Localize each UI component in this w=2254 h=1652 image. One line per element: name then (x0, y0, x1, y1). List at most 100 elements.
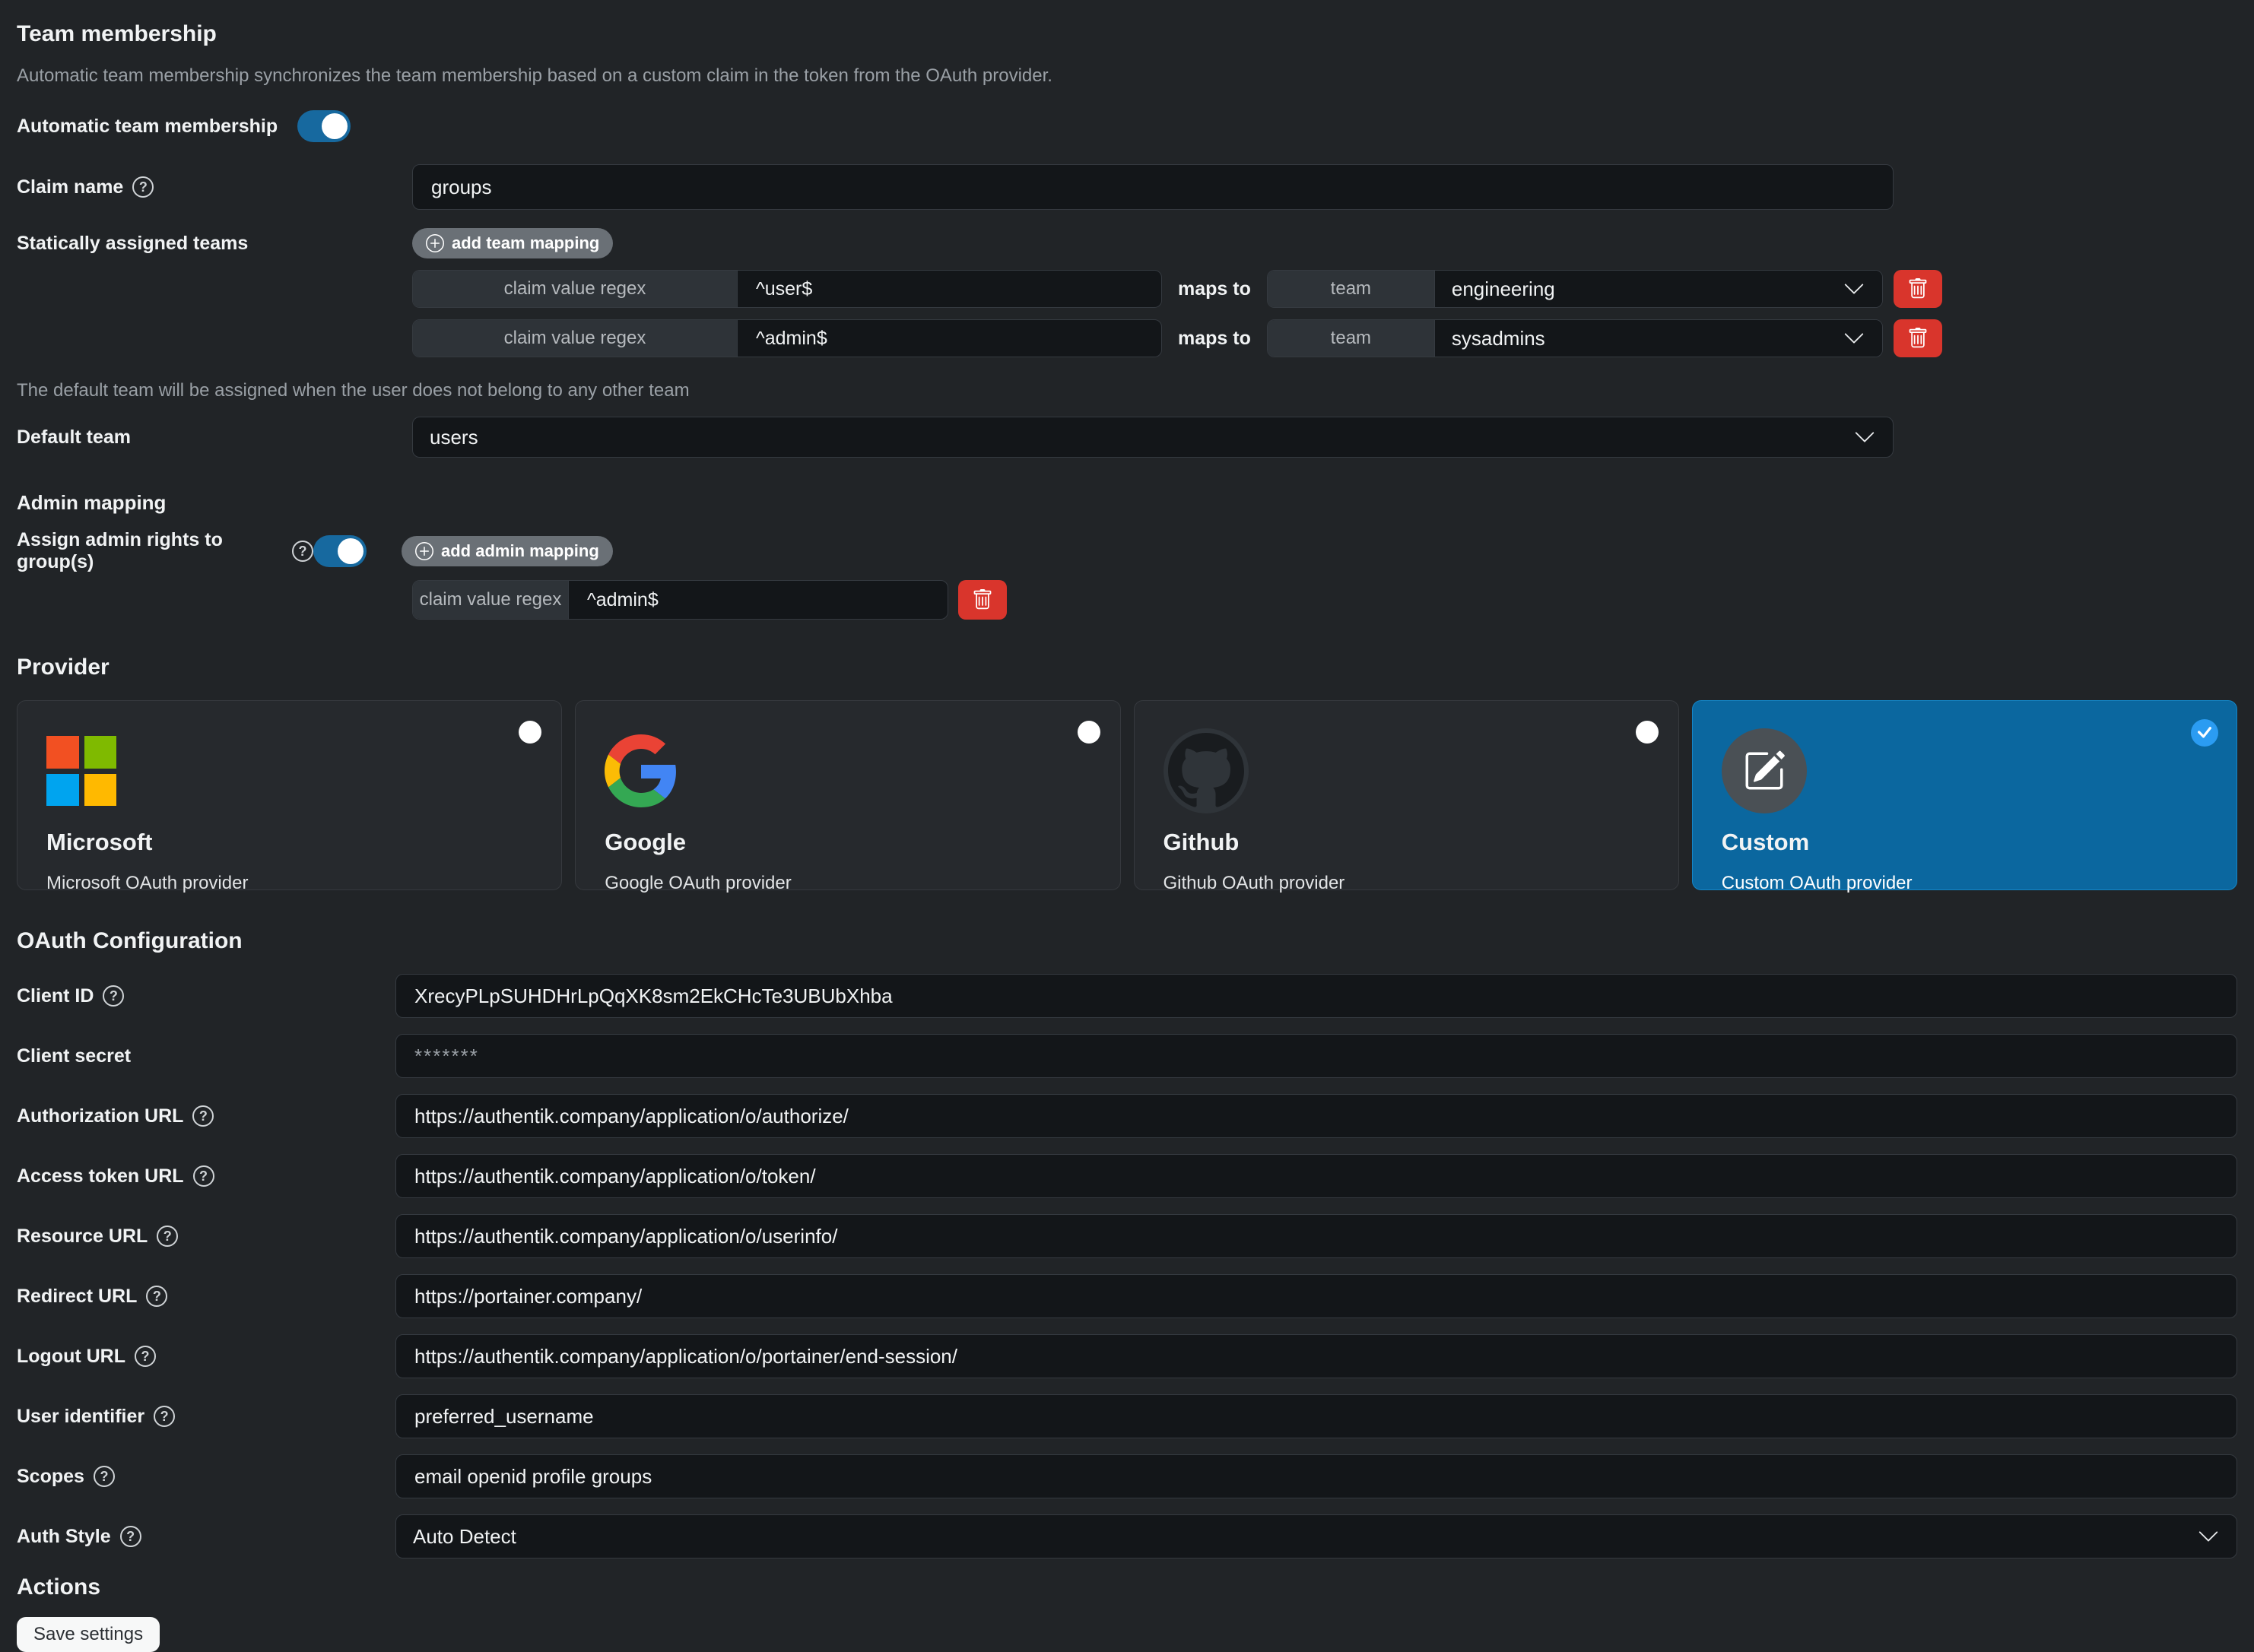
client-secret-input[interactable] (395, 1034, 2237, 1078)
provider-card-google[interactable]: Google Google OAuth provider (575, 700, 1120, 890)
team-select-group: team sysadmins (1267, 319, 1883, 357)
delete-mapping-button[interactable] (1894, 319, 1942, 357)
claim-name-label: Claim name (17, 176, 123, 198)
access-token-url-row: Access token URL ? (17, 1154, 2237, 1198)
help-icon[interactable]: ? (154, 1406, 175, 1427)
google-logo-icon (605, 728, 1090, 813)
admin-rights-row: Assign admin rights to group(s) ? add ad… (17, 534, 2237, 568)
claim-name-input[interactable] (412, 164, 1894, 210)
provider-card-description: Google OAuth provider (605, 873, 1090, 894)
actions-title: Actions (17, 1574, 2237, 1600)
help-icon[interactable]: ? (146, 1286, 167, 1307)
static-teams-row: Statically assigned teams add team mappi… (17, 228, 2237, 357)
team-mapping-row: claim value regex maps to team engineeri… (412, 270, 1942, 308)
authorization-url-input[interactable] (395, 1094, 2237, 1138)
claim-regex-input[interactable] (738, 320, 1161, 357)
maps-to-label: maps to (1178, 278, 1251, 300)
redirect-url-input[interactable] (395, 1274, 2237, 1318)
logout-url-input[interactable] (395, 1334, 2237, 1378)
authorization-url-label: Authorization URL (17, 1105, 183, 1127)
automatic-team-membership-toggle[interactable] (297, 110, 351, 142)
claim-name-row: Claim name ? (17, 164, 2237, 210)
auth-style-select[interactable]: Auto Detect (395, 1514, 2237, 1558)
trash-icon (972, 589, 993, 610)
toggle-knob (322, 113, 348, 139)
client-id-label: Client ID (17, 985, 94, 1007)
team-select[interactable]: sysadmins (1435, 320, 1882, 357)
provider-cards: Microsoft Microsoft OAuth provider Googl… (17, 700, 2237, 890)
radio-unselected-icon (519, 721, 541, 744)
logout-url-row: Logout URL ? (17, 1334, 2237, 1378)
access-token-url-input[interactable] (395, 1154, 2237, 1198)
help-icon[interactable]: ? (94, 1466, 115, 1487)
redirect-url-label: Redirect URL (17, 1286, 137, 1308)
claim-regex-group: claim value regex (412, 580, 948, 620)
scopes-input[interactable] (395, 1454, 2237, 1498)
scopes-label: Scopes (17, 1466, 84, 1488)
default-team-note: The default team will be assigned when t… (17, 380, 2237, 401)
auth-style-row: Auth Style ? Auto Detect (17, 1514, 2237, 1558)
help-icon[interactable]: ? (120, 1526, 141, 1547)
admin-mapping-title: Admin mapping (17, 491, 2237, 515)
trash-icon (1907, 328, 1929, 349)
redirect-url-row: Redirect URL ? (17, 1274, 2237, 1318)
chevron-down-icon (1843, 327, 1865, 350)
user-identifier-row: User identifier ? (17, 1394, 2237, 1438)
help-icon[interactable]: ? (193, 1165, 214, 1187)
delete-admin-mapping-button[interactable] (958, 580, 1007, 620)
claim-regex-group: claim value regex (412, 270, 1162, 308)
user-identifier-input[interactable] (395, 1394, 2237, 1438)
logout-url-label: Logout URL (17, 1346, 125, 1368)
github-logo-icon (1164, 728, 1249, 813)
delete-mapping-button[interactable] (1894, 270, 1942, 308)
save-settings-button[interactable]: Save settings (17, 1617, 160, 1652)
resource-url-row: Resource URL ? (17, 1214, 2237, 1258)
team-select-group: team engineering (1267, 270, 1883, 308)
provider-card-name: Microsoft (46, 829, 532, 856)
toggle-knob (338, 538, 363, 564)
default-team-select[interactable]: users (412, 417, 1894, 458)
add-admin-mapping-button[interactable]: add admin mapping (402, 536, 613, 566)
claim-regex-input[interactable] (738, 271, 1161, 307)
resource-url-input[interactable] (395, 1214, 2237, 1258)
oauth-fields: Client ID ? Client secret Authorization … (17, 974, 2237, 1558)
team-addon: team (1268, 271, 1435, 307)
chevron-down-icon (2197, 1525, 2220, 1548)
add-team-mapping-label: add team mapping (452, 233, 599, 253)
provider-card-microsoft[interactable]: Microsoft Microsoft OAuth provider (17, 700, 562, 890)
help-icon[interactable]: ? (292, 541, 313, 562)
team-select[interactable]: engineering (1435, 271, 1882, 307)
auth-style-label: Auth Style (17, 1526, 111, 1548)
help-icon[interactable]: ? (135, 1346, 156, 1367)
automatic-team-membership-row: Automatic team membership (17, 109, 2237, 143)
plus-circle-icon (426, 234, 444, 252)
admin-rights-toggle[interactable] (313, 535, 367, 567)
help-icon[interactable]: ? (103, 985, 124, 1007)
provider-card-description: Github OAuth provider (1164, 873, 1649, 894)
client-id-input[interactable] (395, 974, 2237, 1018)
custom-edit-icon (1722, 728, 1807, 813)
default-team-label-col: Default team (17, 426, 412, 449)
access-token-url-label: Access token URL (17, 1165, 184, 1187)
help-icon[interactable]: ? (192, 1105, 214, 1127)
automatic-team-membership-label: Automatic team membership (17, 116, 278, 138)
maps-to-label: maps to (1178, 328, 1251, 350)
radio-unselected-icon (1636, 721, 1659, 744)
chevron-down-icon (1843, 277, 1865, 300)
client-secret-row: Client secret (17, 1034, 2237, 1078)
default-team-value: users (430, 426, 478, 449)
provider-card-custom[interactable]: Custom Custom OAuth provider (1692, 700, 2237, 890)
auth-style-value: Auto Detect (413, 1525, 516, 1549)
provider-card-github[interactable]: Github Github OAuth provider (1134, 700, 1679, 890)
add-admin-mapping-label: add admin mapping (441, 541, 599, 561)
help-icon[interactable]: ? (132, 176, 154, 198)
claim-regex-addon: claim value regex (413, 320, 738, 357)
admin-claim-regex-input[interactable] (569, 581, 948, 619)
help-icon[interactable]: ? (157, 1226, 178, 1247)
oauth-configuration-title: OAuth Configuration (17, 928, 2237, 954)
admin-rights-label-col: Assign admin rights to group(s) ? (17, 529, 313, 573)
add-team-mapping-button[interactable]: add team mapping (412, 228, 613, 258)
authorization-url-row: Authorization URL ? (17, 1094, 2237, 1138)
claim-regex-addon: claim value regex (413, 581, 569, 619)
team-mapping-row: claim value regex maps to team sysadmins (412, 319, 1942, 357)
